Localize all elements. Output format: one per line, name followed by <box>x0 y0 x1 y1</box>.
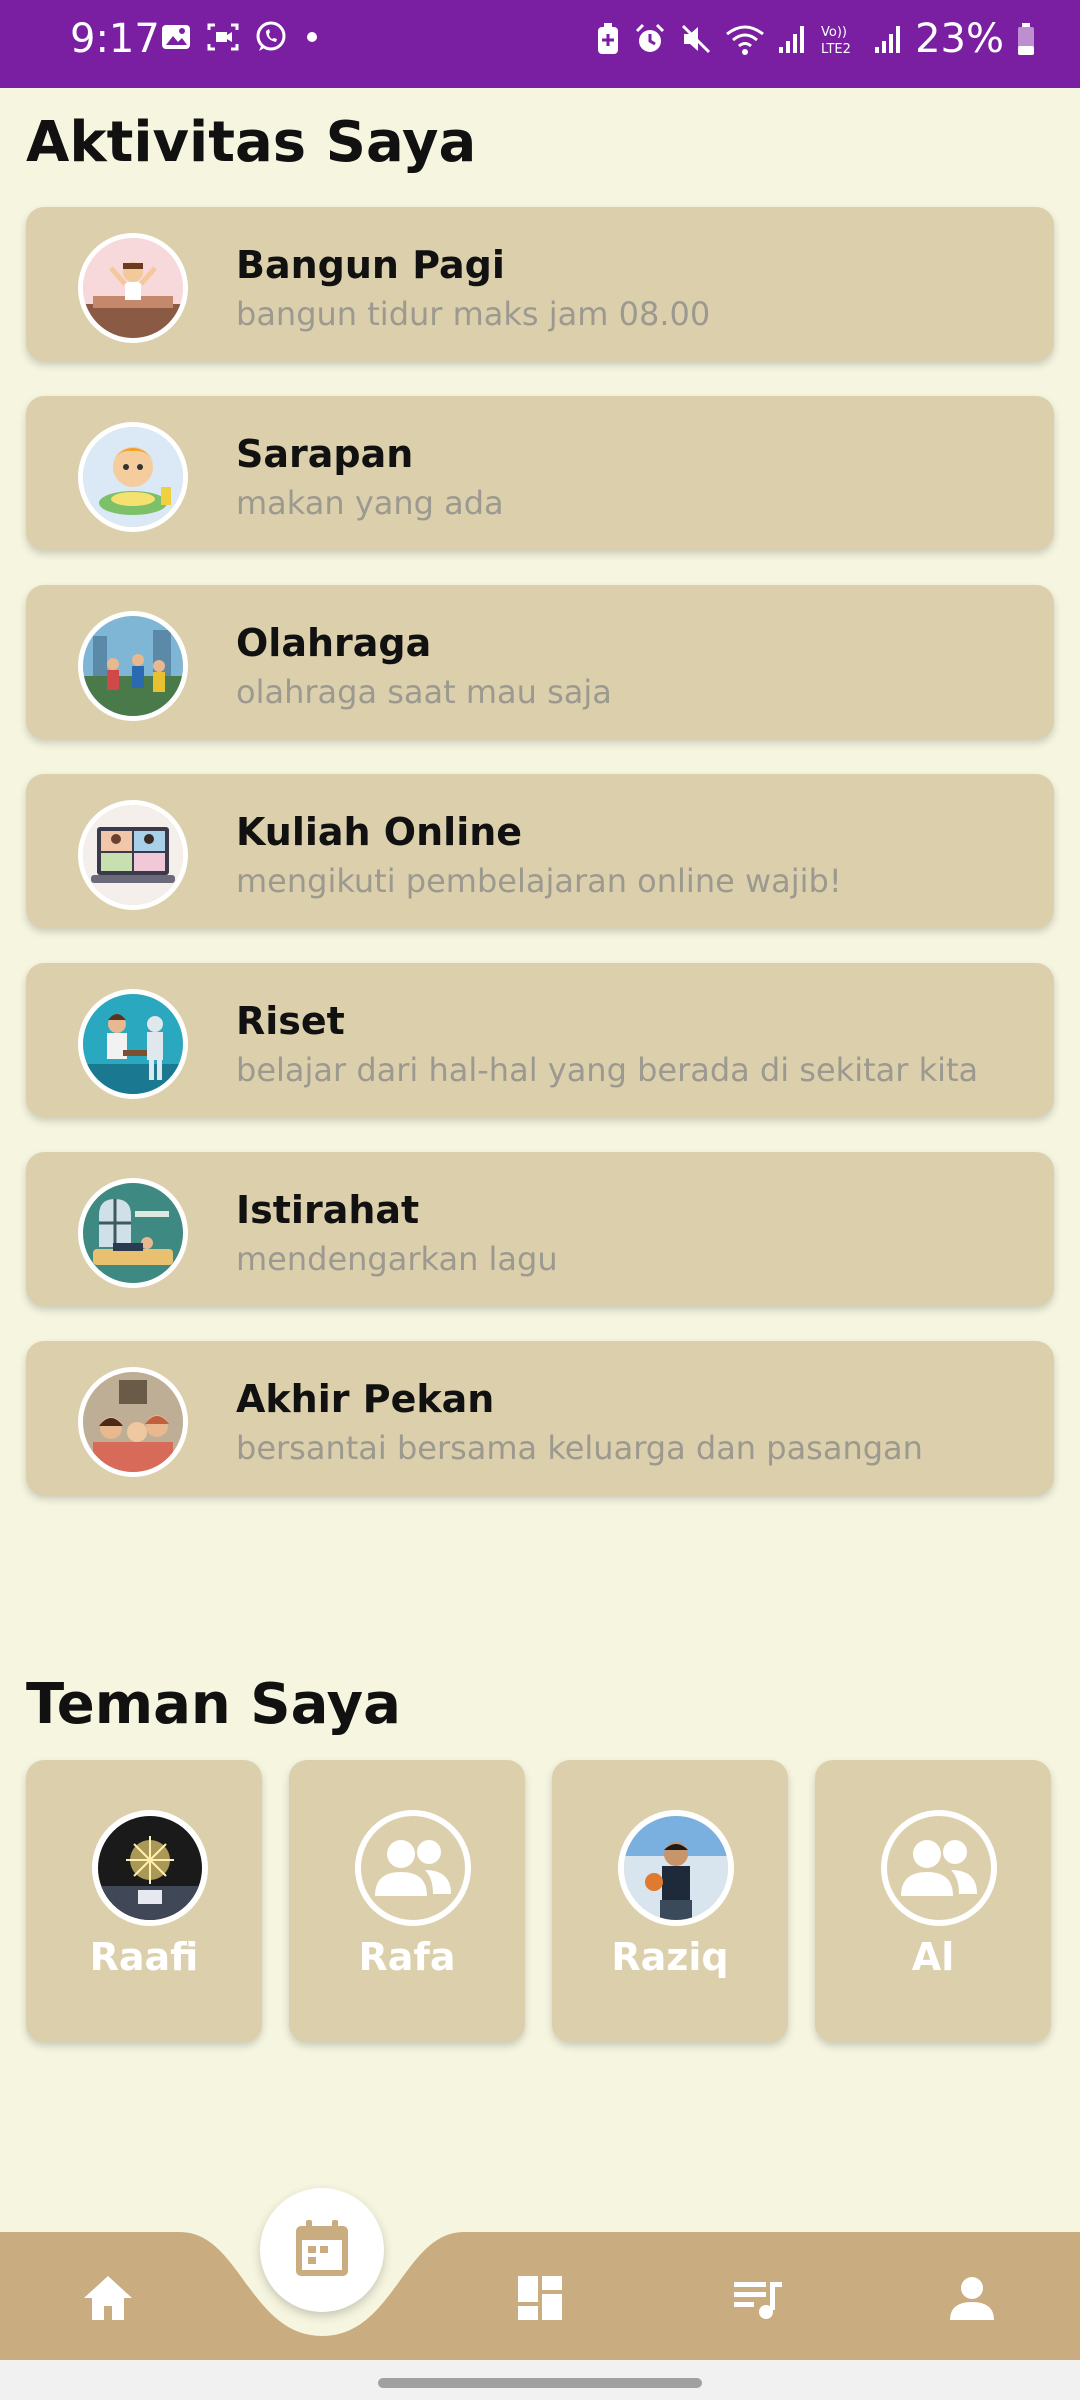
activity-card[interactable]: Istirahat mendengarkan lagu <box>26 1152 1054 1306</box>
activity-title: Sarapan <box>236 432 414 476</box>
signal-icon <box>779 26 805 53</box>
nav-playlist[interactable] <box>728 2268 788 2328</box>
activity-subtitle: makan yang ada <box>236 484 504 522</box>
status-right-icons: Vo)) LTE2 23% <box>595 16 1036 62</box>
friends-section-title: Teman Saya <box>26 1672 401 1737</box>
activity-title: Istirahat <box>236 1188 420 1232</box>
nav-profile[interactable] <box>942 2268 1002 2328</box>
activity-subtitle: bersantai bersama keluarga dan pasangan <box>236 1429 923 1467</box>
friend-card[interactable]: Rafa <box>289 1760 525 2042</box>
calendar-icon <box>296 2220 348 2276</box>
exercise-avatar <box>78 611 188 721</box>
activity-subtitle: belajar dari hal-hal yang berada di seki… <box>236 1051 979 1089</box>
weekend-avatar <box>78 1367 188 1477</box>
activity-card[interactable]: Olahraga olahraga saat mau saja <box>26 585 1054 739</box>
status-left-icons <box>160 20 322 54</box>
svg-text:LTE2: LTE2 <box>821 42 851 56</box>
friend-card[interactable]: Al <box>815 1760 1051 2042</box>
status-bar: 9:17 Vo)) LTE2 23% <box>0 0 1080 88</box>
activity-title: Akhir Pekan <box>236 1377 495 1421</box>
battery-icon <box>1018 23 1034 55</box>
friend-card[interactable]: Raafi <box>26 1760 262 2042</box>
friend-name: Raziq <box>611 1935 729 1979</box>
activity-subtitle: mengikuti pembelajaran online wajib! <box>236 862 842 900</box>
online-class-avatar <box>78 800 188 910</box>
volte-icon: Vo)) LTE2 <box>821 25 851 56</box>
alarm-icon <box>636 23 665 52</box>
breakfast-avatar <box>78 422 188 532</box>
activity-title: Riset <box>236 999 345 1043</box>
system-navigation-bar <box>0 2360 1080 2400</box>
screen-record-icon <box>207 23 239 51</box>
dot-icon <box>307 32 317 42</box>
group-icon <box>355 1810 471 1926</box>
mute-icon <box>682 24 711 54</box>
rest-avatar <box>78 1178 188 1288</box>
friend-name: Al <box>911 1935 955 1979</box>
group-icon <box>881 1810 997 1926</box>
friend-name: Raafi <box>89 1935 199 1979</box>
friend-avatar <box>618 1810 734 1926</box>
activity-card[interactable]: Kuliah Online mengikuti pembelajaran onl… <box>26 774 1054 928</box>
wifi-icon <box>726 25 765 55</box>
svg-text:Vo)): Vo)) <box>821 25 847 40</box>
nav-dashboard[interactable] <box>510 2268 570 2328</box>
activity-title: Bangun Pagi <box>236 243 505 287</box>
gallery-icon <box>162 25 190 49</box>
activity-card[interactable]: Bangun Pagi bangun tidur maks jam 08.00 <box>26 207 1054 361</box>
home-gesture-handle[interactable] <box>378 2378 702 2388</box>
signal-icon <box>875 26 901 53</box>
profile-icon <box>950 2277 994 2320</box>
dashboard-icon <box>518 2276 562 2320</box>
activities-section-title: Aktivitas Saya <box>26 110 477 175</box>
friend-card[interactable]: Raziq <box>552 1760 788 2042</box>
battery-percentage: 23% <box>915 16 1004 62</box>
activity-subtitle: bangun tidur maks jam 08.00 <box>236 295 711 333</box>
activity-card[interactable]: Akhir Pekan bersantai bersama keluarga d… <box>26 1341 1054 1495</box>
calendar-button[interactable] <box>260 2188 384 2312</box>
friend-avatar <box>92 1810 208 1926</box>
activity-subtitle: mendengarkan lagu <box>236 1240 558 1278</box>
battery-saver-icon <box>598 23 619 54</box>
wake-up-avatar <box>78 233 188 343</box>
playlist-icon <box>734 2282 782 2319</box>
status-time: 9:17 <box>70 16 160 62</box>
activity-title: Kuliah Online <box>236 810 523 854</box>
whatsapp-icon <box>256 21 286 51</box>
home-icon <box>84 2276 132 2320</box>
nav-home[interactable] <box>78 2268 138 2328</box>
activity-title: Olahraga <box>236 621 432 665</box>
activity-subtitle: olahraga saat mau saja <box>236 673 612 711</box>
research-avatar <box>78 989 188 1099</box>
activity-card[interactable]: Riset belajar dari hal-hal yang berada d… <box>26 963 1054 1117</box>
friend-name: Rafa <box>358 1935 456 1979</box>
activity-card[interactable]: Sarapan makan yang ada <box>26 396 1054 550</box>
